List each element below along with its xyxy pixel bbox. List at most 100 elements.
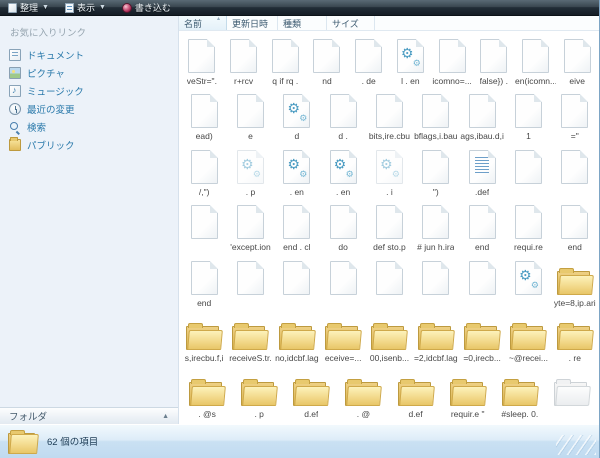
- file-item[interactable]: veStr=".: [181, 33, 223, 89]
- file-item[interactable]: . de: [348, 33, 390, 89]
- file-item[interactable]: [366, 255, 412, 311]
- file-item[interactable]: end: [459, 200, 505, 256]
- folder-item[interactable]: . p: [233, 366, 285, 422]
- file-item[interactable]: ⚙⚙l . en: [390, 33, 432, 89]
- file-item[interactable]: icomno=...: [431, 33, 473, 89]
- folder-item[interactable]: requir.e ": [442, 366, 494, 422]
- file-item[interactable]: eive: [556, 33, 598, 89]
- file-item[interactable]: "): [413, 144, 459, 200]
- file-item[interactable]: [181, 200, 227, 256]
- file-name: nd: [322, 76, 331, 86]
- file-item[interactable]: q if rq .: [264, 33, 306, 89]
- resize-grip-icon[interactable]: [556, 435, 596, 455]
- file-item[interactable]: [505, 144, 551, 200]
- doc-icon: [564, 39, 591, 73]
- file-item[interactable]: # jun h.ira: [413, 200, 459, 256]
- folders-band[interactable]: フォルダ ▲: [0, 407, 178, 424]
- public-folder-icon: [9, 139, 21, 151]
- doc-icon: [191, 150, 218, 184]
- file-name: eive: [569, 76, 585, 86]
- sidebar-item-recent-changes[interactable]: 最近の変更: [0, 100, 178, 118]
- sidebar-item-pictures[interactable]: ピクチャ: [0, 64, 178, 82]
- file-item[interactable]: .def: [459, 144, 505, 200]
- file-item[interactable]: [227, 255, 273, 311]
- file-item[interactable]: r+rcv: [223, 33, 265, 89]
- folder-item[interactable]: 00,isenb...: [366, 311, 412, 367]
- burn-label: 書き込む: [135, 1, 171, 14]
- file-name: "): [433, 187, 439, 197]
- file-name: yte=8,ip.ari: [554, 298, 596, 308]
- file-item[interactable]: requi.re: [505, 200, 551, 256]
- folder-item[interactable]: #sleep. 0.: [494, 366, 546, 422]
- sidebar-item-label: ピクチャ: [27, 66, 65, 80]
- column-header-date-modified[interactable]: 更新日時: [227, 16, 278, 30]
- file-item[interactable]: e: [227, 89, 273, 145]
- file-item[interactable]: ⚙⚙. p: [227, 144, 273, 200]
- file-item[interactable]: do: [320, 200, 366, 256]
- file-name: veStr=".: [187, 76, 217, 86]
- file-item[interactable]: nd: [306, 33, 348, 89]
- folder-item[interactable]: ~@recei...: [505, 311, 551, 367]
- file-item[interactable]: [274, 255, 320, 311]
- file-item[interactable]: def sto.p: [366, 200, 412, 256]
- content-area: お気に入りリンク ドキュメント ピクチャ ミュージック 最近の変更 検索: [0, 16, 599, 424]
- doc-icon: [230, 39, 257, 73]
- column-label: 更新日時: [232, 17, 268, 30]
- file-item[interactable]: =": [552, 89, 598, 145]
- file-item[interactable]: ⚙⚙. en: [274, 144, 320, 200]
- folder-item[interactable]: d.ef: [390, 366, 442, 422]
- file-item[interactable]: ags,ibau.d,i: [459, 89, 505, 145]
- sort-ascending-icon: ▴: [217, 15, 220, 22]
- folder-item[interactable]: no,idcbf.lag: [274, 311, 320, 367]
- views-button[interactable]: 表示 ▼: [62, 1, 109, 14]
- file-item[interactable]: bits,ire.cbu: [366, 89, 412, 145]
- pictures-icon: [9, 67, 21, 79]
- file-item[interactable]: ⚙⚙. i: [366, 144, 412, 200]
- file-name: bits,ire.cbu: [369, 131, 410, 141]
- file-item[interactable]: [552, 144, 598, 200]
- file-item[interactable]: false}) .: [473, 33, 515, 89]
- file-item[interactable]: /,"): [181, 144, 227, 200]
- folder-item[interactable]: . @s: [181, 366, 233, 422]
- file-item[interactable]: 1: [505, 89, 551, 145]
- navigation-sidebar: お気に入りリンク ドキュメント ピクチャ ミュージック 最近の変更 検索: [0, 16, 179, 424]
- folder-item[interactable]: yte=8,ip.ari: [552, 255, 598, 311]
- file-item[interactable]: en(icomn...: [515, 33, 557, 89]
- file-item[interactable]: 'except.ion: [227, 200, 273, 256]
- file-item[interactable]: end: [181, 255, 227, 311]
- folder-item[interactable]: d.ef: [285, 366, 337, 422]
- column-header-size[interactable]: サイズ: [327, 16, 375, 30]
- file-item[interactable]: ⚙⚙. en: [320, 144, 366, 200]
- file-item[interactable]: [459, 255, 505, 311]
- sidebar-item-music[interactable]: ミュージック: [0, 82, 178, 100]
- folder-icon: [502, 378, 538, 406]
- column-header-type[interactable]: 種類: [278, 16, 327, 30]
- folder-item[interactable]: s,irecbu.f,i: [181, 311, 227, 367]
- file-item[interactable]: [413, 255, 459, 311]
- file-item[interactable]: end . cl: [274, 200, 320, 256]
- file-item[interactable]: d .: [320, 89, 366, 145]
- file-item[interactable]: ⚙⚙d: [274, 89, 320, 145]
- recent-changes-icon: [9, 103, 21, 115]
- folder-item[interactable]: receiveS.tr.: [227, 311, 273, 367]
- folder-item[interactable]: =2,idcbf.lag: [413, 311, 459, 367]
- file-item[interactable]: bflags,i.bau: [413, 89, 459, 145]
- folder-item[interactable]: . @: [337, 366, 389, 422]
- folder-item[interactable]: [546, 366, 598, 422]
- doc-icon: [422, 94, 449, 128]
- folder-item[interactable]: . re: [552, 311, 598, 367]
- column-header-name[interactable]: 名前 ▴: [179, 16, 227, 30]
- folder-item[interactable]: =0,irecb...: [459, 311, 505, 367]
- folder-item[interactable]: eceive=...: [320, 311, 366, 367]
- file-item[interactable]: ⚙⚙: [505, 255, 551, 311]
- file-name: s,irecbu.f,i: [185, 353, 224, 363]
- file-item[interactable]: [320, 255, 366, 311]
- burn-button[interactable]: 書き込む: [119, 1, 174, 14]
- sidebar-item-search[interactable]: 検索: [0, 118, 178, 136]
- organize-button[interactable]: 整理 ▼: [5, 1, 52, 14]
- file-item[interactable]: end: [552, 200, 598, 256]
- sidebar-item-documents[interactable]: ドキュメント: [0, 46, 178, 64]
- sidebar-item-public[interactable]: パブリック: [0, 136, 178, 154]
- file-item[interactable]: ead): [181, 89, 227, 145]
- gear-icon: ⚙⚙: [283, 94, 310, 128]
